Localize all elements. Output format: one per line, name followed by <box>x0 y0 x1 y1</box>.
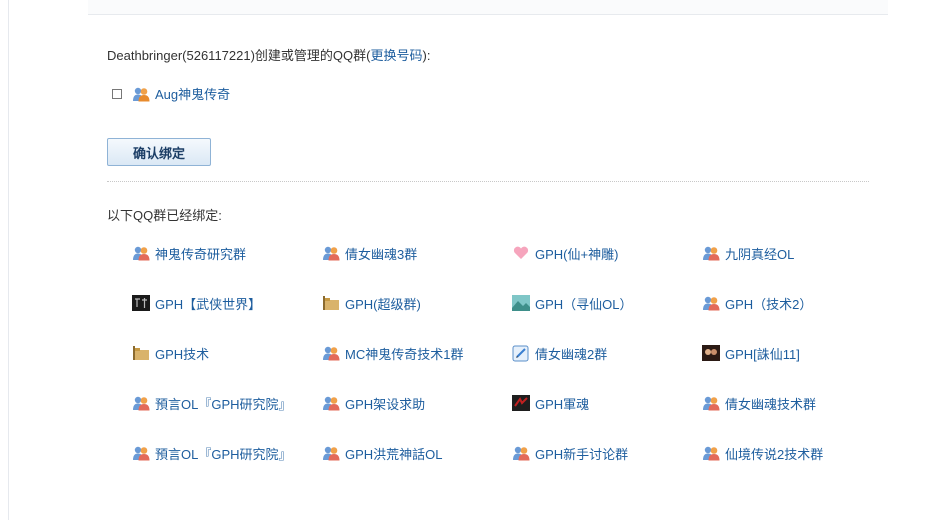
qq-group-icon <box>132 444 150 462</box>
bound-group-item: 九阴真经OL <box>702 239 892 267</box>
bound-group-link[interactable]: GPH（技术2） <box>725 294 812 313</box>
bound-group-item: GPH（寻仙OL） <box>512 289 702 317</box>
bound-group-link[interactable]: GPH軍魂 <box>535 394 589 413</box>
bound-group-item: GPH洪荒神話OL <box>322 439 512 467</box>
bound-group-link[interactable]: 仙境传说2技术群 <box>725 444 823 463</box>
owner-line: Deathbringer(526117221)创建或管理的QQ群(更换号码): <box>107 45 430 64</box>
owner-prefix: Deathbringer(526117221)创建或管理的QQ群( <box>107 48 371 63</box>
qq-group-icon <box>132 85 150 103</box>
qq-group-icon <box>322 394 340 412</box>
edit-group-icon <box>512 344 530 362</box>
bound-group-item: 預言OL『GPH研究院』 <box>132 389 322 417</box>
bound-group-item: GPH（技术2） <box>702 289 892 317</box>
bound-group-link[interactable]: 神鬼传奇研究群 <box>155 244 246 263</box>
bound-group-link[interactable]: GPH（寻仙OL） <box>535 294 633 313</box>
bound-group-item: GPH新手讨论群 <box>512 439 702 467</box>
bound-group-link[interactable]: 九阴真经OL <box>725 244 794 263</box>
managed-group-link[interactable]: Aug神鬼传奇 <box>155 84 230 103</box>
qq-group-icon <box>512 444 530 462</box>
change-number-link[interactable]: 更换号码 <box>370 48 422 63</box>
bound-group-item: 倩女幽魂3群 <box>322 239 512 267</box>
bound-group-link[interactable]: GPH[誅仙11] <box>725 344 800 363</box>
bound-group-link[interactable]: GPH新手讨论群 <box>535 444 628 463</box>
bound-group-link[interactable]: GPH(超级群) <box>345 294 421 313</box>
bound-group-item: 倩女幽魂2群 <box>512 339 702 367</box>
bound-groups-title: 以下QQ群已经绑定: <box>107 208 222 223</box>
divider <box>107 181 869 182</box>
qq-group-icon <box>702 394 720 412</box>
bound-group-item: 預言OL『GPH研究院』 <box>132 439 322 467</box>
qq-group-icon <box>132 394 150 412</box>
left-border <box>8 0 9 520</box>
bound-group-item: GPH[誅仙11] <box>702 339 892 367</box>
heart-group-icon <box>512 244 530 262</box>
bound-group-item: GPH技术 <box>132 339 322 367</box>
bound-group-link[interactable]: MC神鬼传奇技术1群 <box>345 344 463 363</box>
folder-group-icon <box>132 344 150 362</box>
confirm-bind-button[interactable]: 确认绑定 <box>107 138 211 166</box>
bound-group-item: 仙境传说2技术群 <box>702 439 892 467</box>
bound-group-link[interactable]: GPH技术 <box>155 344 209 363</box>
bound-group-item: MC神鬼传奇技术1群 <box>322 339 512 367</box>
landscape-group-icon <box>512 294 530 312</box>
photo-group-icon <box>702 344 720 362</box>
bound-group-item: 倩女幽魂技术群 <box>702 389 892 417</box>
bound-group-item: GPH軍魂 <box>512 389 702 417</box>
qq-group-icon <box>322 444 340 462</box>
folder-group-icon <box>322 294 340 312</box>
bound-group-item: GPH架设求助 <box>322 389 512 417</box>
qq-group-icon <box>702 294 720 312</box>
bound-group-item: GPH【武侠世界】 <box>132 289 322 317</box>
bound-group-item: GPH(超级群) <box>322 289 512 317</box>
bound-group-link[interactable]: 倩女幽魂2群 <box>535 344 607 363</box>
bound-group-link[interactable]: 倩女幽魂3群 <box>345 244 417 263</box>
managed-group-row: Aug神鬼传奇 <box>112 84 230 103</box>
owner-suffix: ): <box>422 48 431 63</box>
bound-group-item: GPH(仙+神雕) <box>512 239 702 267</box>
bound-groups-grid: 神鬼传奇研究群 倩女幽魂3群 GPH(仙+神雕) 九阴真经OL GPH【武侠世界】 GPH… <box>132 239 892 489</box>
bound-group-link[interactable]: GPH【武侠世界】 <box>155 294 261 313</box>
dark-red-group-icon <box>512 394 530 412</box>
bound-group-link[interactable]: 倩女幽魂技术群 <box>725 394 816 413</box>
top-strip <box>88 0 888 15</box>
bound-group-link[interactable]: GPH架设求助 <box>345 394 425 413</box>
bound-group-link[interactable]: GPH洪荒神話OL <box>345 444 443 463</box>
qq-group-icon <box>702 244 720 262</box>
bound-group-link[interactable]: 預言OL『GPH研究院』 <box>155 394 292 413</box>
group-checkbox[interactable] <box>112 88 122 99</box>
bound-group-link[interactable]: GPH(仙+神雕) <box>535 244 618 263</box>
qq-group-icon <box>702 444 720 462</box>
martial-world-icon <box>132 294 150 312</box>
qq-group-icon <box>322 244 340 262</box>
qq-group-icon <box>132 244 150 262</box>
bound-group-item: 神鬼传奇研究群 <box>132 239 322 267</box>
qq-group-icon <box>322 344 340 362</box>
bound-group-link[interactable]: 預言OL『GPH研究院』 <box>155 444 292 463</box>
